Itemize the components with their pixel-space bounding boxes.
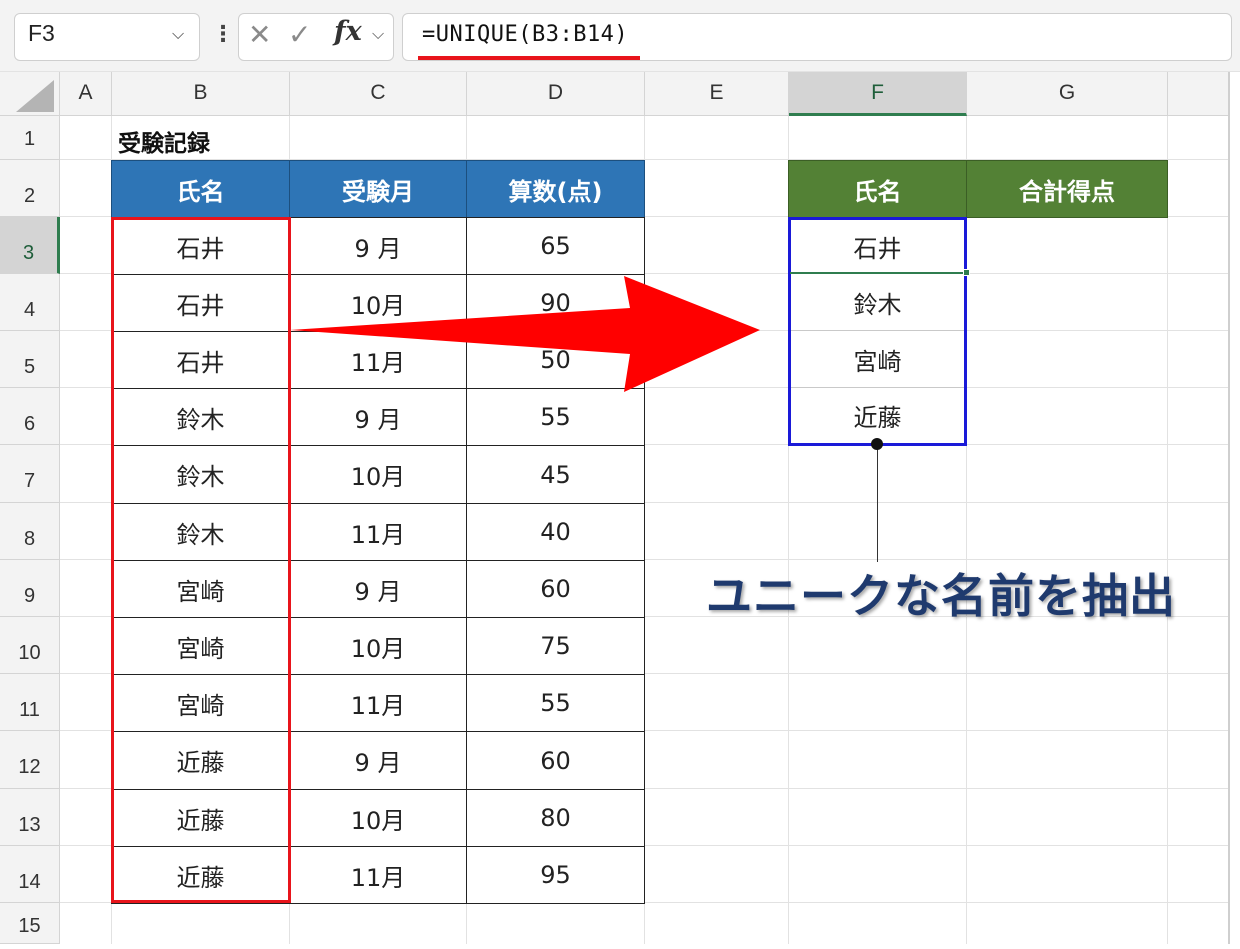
gridline <box>1167 116 1168 944</box>
row-header-11[interactable]: 11 <box>0 674 60 731</box>
cell-d10[interactable]: 75 <box>466 617 645 675</box>
fill-handle[interactable] <box>963 269 970 276</box>
row-header-8[interactable]: 8 <box>0 503 60 560</box>
column-header-a[interactable]: A <box>60 72 112 116</box>
cell-c8[interactable]: 11月 <box>289 503 467 561</box>
row-header-10[interactable]: 10 <box>0 617 60 674</box>
result-header-total[interactable]: 合計得点 <box>966 160 1168 218</box>
spill-range-highlight <box>788 217 967 446</box>
table-header-score[interactable]: 算数(点) <box>466 160 645 218</box>
cell-c10[interactable]: 10月 <box>289 617 467 675</box>
row-header-15[interactable]: 15 <box>0 903 60 944</box>
cancel-icon[interactable]: ✕ <box>248 18 271 51</box>
fx-icon[interactable]: fx <box>334 16 362 47</box>
more-options-icon[interactable]: ⋮ <box>212 22 234 47</box>
row-header-12[interactable]: 12 <box>0 731 60 789</box>
cell-d11[interactable]: 55 <box>466 674 645 732</box>
column-header-c[interactable]: C <box>290 72 467 116</box>
callout-dot <box>871 438 883 450</box>
row-header-2[interactable]: 2 <box>0 160 60 217</box>
cell-d14[interactable]: 95 <box>466 846 645 904</box>
active-cell-indicator <box>790 272 966 274</box>
chevron-down-icon[interactable]: ⌵ <box>172 24 184 44</box>
row-header-13[interactable]: 13 <box>0 789 60 846</box>
window-border <box>1228 72 1230 944</box>
cell-d9[interactable]: 60 <box>466 560 645 618</box>
row-header-5[interactable]: 5 <box>0 331 60 388</box>
cell-c14[interactable]: 11月 <box>289 846 467 904</box>
cell-c12[interactable]: 9 月 <box>289 731 467 790</box>
source-range-highlight <box>111 217 291 903</box>
cell-c3[interactable]: 9 月 <box>289 217 467 275</box>
column-header-g[interactable]: G <box>967 72 1168 116</box>
row-header-3[interactable]: 3 <box>0 217 60 274</box>
column-header-h[interactable] <box>1168 72 1230 116</box>
column-header-e[interactable]: E <box>645 72 789 116</box>
column-header-f[interactable]: F <box>789 72 967 116</box>
row-header-4[interactable]: 4 <box>0 274 60 331</box>
name-box-value: F3 <box>28 20 55 46</box>
row-header-1[interactable]: 1 <box>0 116 60 160</box>
select-all-icon <box>16 80 54 112</box>
row-header-6[interactable]: 6 <box>0 388 60 445</box>
cell-d8[interactable]: 40 <box>466 503 645 561</box>
callout-text: ユニークな名前を抽出 <box>706 569 1176 623</box>
result-header-name[interactable]: 氏名 <box>788 160 967 218</box>
cell-c9[interactable]: 9 月 <box>289 560 467 618</box>
column-header-b[interactable]: B <box>112 72 290 116</box>
sheet-title: 受験記録 <box>118 131 210 157</box>
row-header-14[interactable]: 14 <box>0 846 60 903</box>
column-header-d[interactable]: D <box>467 72 645 116</box>
arrow-right-icon <box>290 276 760 392</box>
cell-d3[interactable]: 65 <box>466 217 645 275</box>
formula-underline <box>418 56 640 60</box>
fx-chevron-down-icon[interactable]: ⌵ <box>372 24 384 44</box>
enter-icon[interactable]: ✓ <box>288 18 311 51</box>
cell-d13[interactable]: 80 <box>466 789 645 847</box>
row-header-7[interactable]: 7 <box>0 445 60 503</box>
cell-d7[interactable]: 45 <box>466 445 645 504</box>
cell-c11[interactable]: 11月 <box>289 674 467 732</box>
table-header-month[interactable]: 受験月 <box>289 160 467 218</box>
cell-c13[interactable]: 10月 <box>289 789 467 847</box>
row-header-9[interactable]: 9 <box>0 560 60 617</box>
cell-c7[interactable]: 10月 <box>289 445 467 504</box>
table-header-name[interactable]: 氏名 <box>111 160 290 218</box>
cell-d12[interactable]: 60 <box>466 731 645 790</box>
formula-text: =UNIQUE(B3:B14) <box>422 22 629 47</box>
callout-connector <box>877 444 878 562</box>
